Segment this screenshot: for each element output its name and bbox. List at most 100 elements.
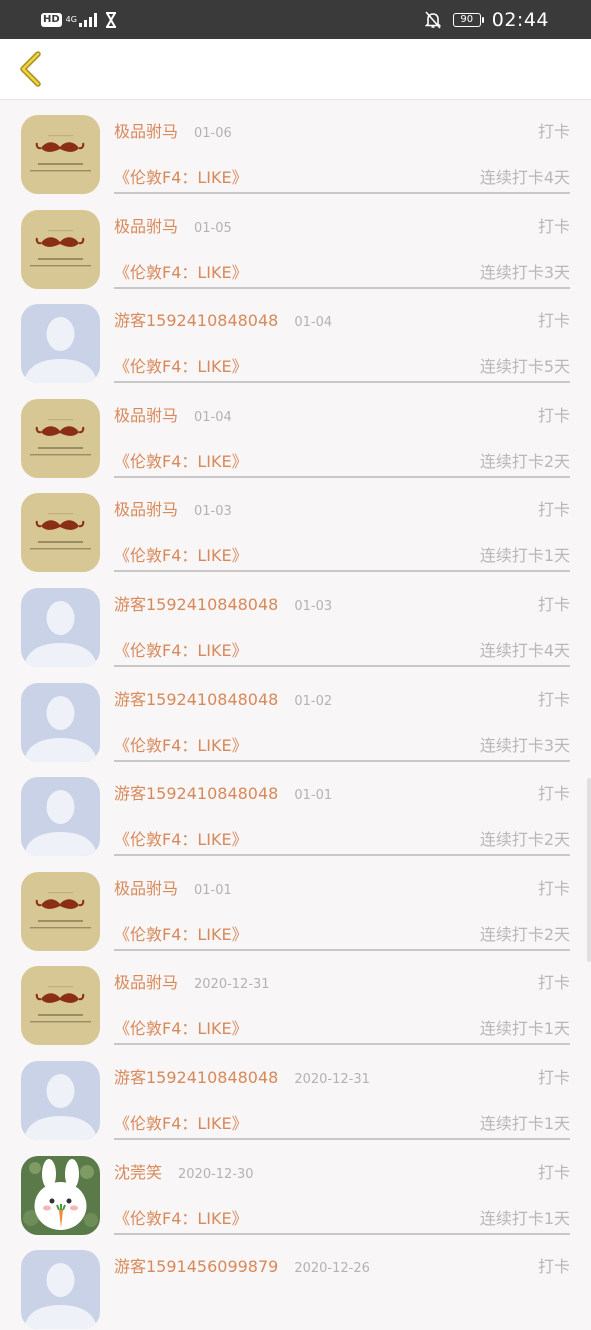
avatar[interactable]: [21, 398, 100, 478]
default-avatar-icon: [21, 587, 100, 667]
mustache-avatar-icon: [21, 871, 100, 951]
username[interactable]: 极品驸马 01-01: [114, 877, 232, 903]
book-title[interactable]: 《伦敦F4：LIKE》: [114, 923, 248, 947]
avatar[interactable]: [21, 1250, 100, 1330]
checkin-label: 打卡: [537, 689, 570, 709]
list-item[interactable]: 沈莞笑 2020-12-30 打卡 《伦敦F4：LIKE》 连续打卡1天: [0, 1141, 591, 1236]
post-date: 2020-12-30: [178, 1166, 254, 1182]
list-item[interactable]: 极品驸马 01-06 打卡《伦敦F4：LIKE》 连续打卡4天: [0, 100, 591, 195]
default-avatar-icon: [21, 682, 100, 762]
avatar[interactable]: [21, 966, 100, 1046]
book-title[interactable]: 《伦敦F4：LIKE》: [114, 639, 248, 663]
username[interactable]: 极品驸马 01-03: [114, 498, 232, 524]
battery-level: 90: [460, 14, 474, 25]
post-date: 01-05: [194, 220, 232, 236]
book-title[interactable]: 《伦敦F4：LIKE》: [114, 1017, 248, 1041]
avatar[interactable]: [21, 209, 100, 289]
post-date: 01-06: [194, 126, 232, 141]
username[interactable]: 极品驸马 01-06: [114, 120, 232, 146]
mustache-avatar-icon: [21, 115, 100, 194]
streak-label: 连续打卡1天: [479, 546, 570, 566]
hourglass-icon: [105, 12, 116, 28]
avatar[interactable]: [21, 304, 100, 384]
avatar[interactable]: [21, 682, 100, 762]
streak-label: 连续打卡2天: [479, 830, 570, 850]
list-item[interactable]: 极品驸马 01-03 打卡《伦敦F4：LIKE》 连续打卡1天: [0, 478, 591, 573]
book-title[interactable]: 《伦敦F4：LIKE》: [114, 828, 248, 852]
list-item[interactable]: 游客1592410848048 01-04 打卡 《伦敦F4：LIKE》 连续打卡5天: [0, 289, 591, 384]
avatar[interactable]: [21, 777, 100, 857]
username[interactable]: 游客1592410848048 01-01: [114, 782, 332, 808]
username-text: 游客1592410848048: [114, 689, 279, 709]
checkin-label: 打卡: [537, 1162, 570, 1182]
username-text: 游客1592410848048: [114, 1067, 279, 1087]
list-item[interactable]: 游客1592410848048 01-02 打卡 《伦敦F4：LIKE》 连续打卡3天: [0, 668, 591, 763]
scrollbar[interactable]: [587, 778, 591, 962]
streak-label: 连续打卡1天: [479, 1113, 570, 1133]
avatar[interactable]: [21, 871, 100, 951]
list-item[interactable]: 极品驸马 01-01 打卡《伦敦F4：LIKE》 连续打卡2天: [0, 857, 591, 952]
post-date: 01-03: [194, 504, 232, 520]
username[interactable]: 极品驸马 01-04: [114, 404, 232, 430]
book-title[interactable]: 《伦敦F4：LIKE》: [114, 261, 248, 285]
streak-label: 连续打卡4天: [479, 168, 570, 187]
book-title[interactable]: 《伦敦F4：LIKE》: [114, 544, 248, 568]
username[interactable]: 游客1591456099879 2020-12-26: [114, 1255, 370, 1281]
back-button[interactable]: [8, 47, 52, 91]
avatar[interactable]: [21, 1155, 100, 1235]
list-item[interactable]: 极品驸马 2020-12-31 打卡 《伦敦F4：LIKE》 连续打卡1天: [0, 951, 591, 1046]
checkin-label: 打卡: [537, 122, 570, 141]
username[interactable]: 游客1592410848048 01-02: [114, 688, 332, 714]
post-date: 01-01: [194, 882, 232, 898]
checkin-label: 打卡: [537, 405, 570, 425]
mustache-avatar-icon: [21, 493, 100, 573]
post-date: 01-04: [294, 315, 333, 331]
username[interactable]: 游客1592410848048 01-04: [114, 309, 332, 335]
username[interactable]: 游客1592410848048 01-03: [114, 593, 332, 619]
post-date: 2020-12-31: [194, 977, 270, 993]
username[interactable]: 沈莞笑 2020-12-30: [114, 1161, 254, 1187]
avatar[interactable]: [21, 587, 100, 667]
avatar[interactable]: [21, 115, 100, 194]
checkin-label: 打卡: [537, 1067, 570, 1087]
book-title[interactable]: 《伦敦F4：LIKE》: [114, 450, 248, 474]
hd-badge: HD: [41, 13, 62, 27]
list-item[interactable]: 游客1592410848048 01-01 打卡《伦敦F4：LIKE》 连续打卡2天: [0, 762, 591, 857]
username[interactable]: 游客1592410848048 2020-12-31: [114, 1066, 370, 1092]
checkin-label: 打卡: [537, 1257, 570, 1277]
username[interactable]: 极品驸马 2020-12-31: [114, 971, 270, 997]
avatar[interactable]: [21, 1060, 100, 1140]
streak-label: 连续打卡2天: [479, 924, 570, 944]
book-title[interactable]: 《伦敦F4：LIKE》: [114, 1112, 248, 1136]
post-date: 01-01: [294, 788, 333, 804]
streak-label: 连续打卡5天: [479, 357, 570, 377]
book-title[interactable]: 《伦敦F4：LIKE》: [114, 355, 248, 379]
book-title[interactable]: 《伦敦F4：LIKE》: [114, 166, 248, 190]
post-date: 01-02: [294, 693, 333, 709]
username-text: 沈莞笑: [114, 1162, 163, 1182]
signal-icon: [78, 13, 97, 27]
username[interactable]: 极品驸马 01-05: [114, 215, 232, 241]
book-title[interactable]: 《伦敦F4：LIKE》: [114, 1207, 248, 1231]
username-text: 极品驸马: [114, 878, 179, 898]
list-item[interactable]: 游客1592410848048 01-03 打卡 《伦敦F4：LIKE》 连续打卡4天: [0, 573, 591, 668]
chevron-left-icon: [20, 51, 41, 87]
app-header: [0, 39, 591, 100]
username-text: 游客1592410848048: [114, 784, 279, 804]
book-title[interactable]: 《伦敦F4：LIKE》: [114, 734, 248, 758]
checkin-label: 打卡: [537, 784, 570, 804]
username-text: 极品驸马: [114, 216, 179, 236]
list-item[interactable]: 极品驸马 01-04 打卡 《伦敦F4：LIKE》 连续打卡2天: [0, 384, 591, 479]
checkin-label: 打卡: [537, 500, 570, 520]
post-date: 01-03: [294, 598, 333, 614]
list-item[interactable]: 游客1591456099879 2020-12-26 打卡: [0, 1235, 591, 1330]
avatar[interactable]: [21, 493, 100, 573]
default-avatar-icon: [21, 304, 100, 384]
checkin-label: 打卡: [537, 594, 570, 614]
clock: 02:44: [491, 9, 549, 31]
checkin-label: 打卡: [537, 878, 570, 898]
list-item[interactable]: 极品驸马 01-05 打卡 《伦敦F4：LIKE》 连续打卡3天: [0, 195, 591, 290]
list-item[interactable]: 游客1592410848048 2020-12-31 打卡《伦敦F4：LIKE》 连续…: [0, 1046, 591, 1141]
username-text: 游客1591456099879: [114, 1257, 279, 1277]
mustache-avatar-icon: [21, 209, 100, 289]
